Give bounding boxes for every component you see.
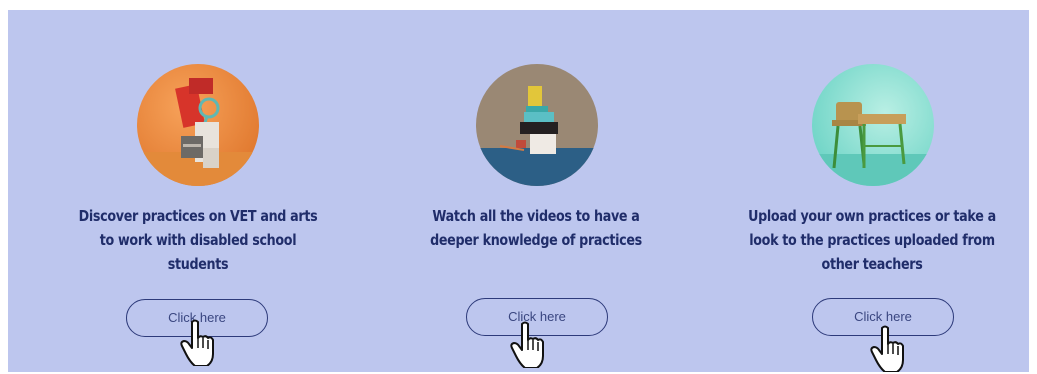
practices-section: Discover practices on VET and arts to wo… [8, 10, 1029, 372]
card-title-line: deeper knowledge of practices [430, 231, 642, 249]
card-title-line: Watch all the videos to have a [432, 207, 640, 225]
card-title-line: other teachers [821, 255, 923, 273]
card-title-line: to work with disabled school [99, 231, 297, 249]
art-supplies-still-life-image [137, 64, 259, 186]
card-title-line: students [167, 255, 229, 273]
card-title-line: Discover practices on VET and arts [78, 207, 318, 225]
card-title: Upload your own practices or take a look… [733, 204, 1012, 276]
stacked-books-and-pencil-cup-image [476, 64, 598, 186]
hand-pointer-icon [870, 325, 904, 372]
hand-pointer-icon [510, 321, 544, 368]
card-title-line: Upload your own practices or take a [748, 207, 996, 225]
card-title-line: look to the practices uploaded from [749, 231, 995, 249]
card-upload-practices: Upload your own practices or take a look… [702, 10, 1037, 372]
hand-pointer-icon [180, 319, 214, 366]
card-watch-videos: Watch all the videos to have a deeper kn… [366, 10, 706, 372]
miniature-school-desk-and-chair-image [812, 64, 934, 186]
card-title: Watch all the videos to have a deeper kn… [397, 204, 676, 252]
card-title: Discover practices on VET and arts to wo… [59, 204, 338, 276]
